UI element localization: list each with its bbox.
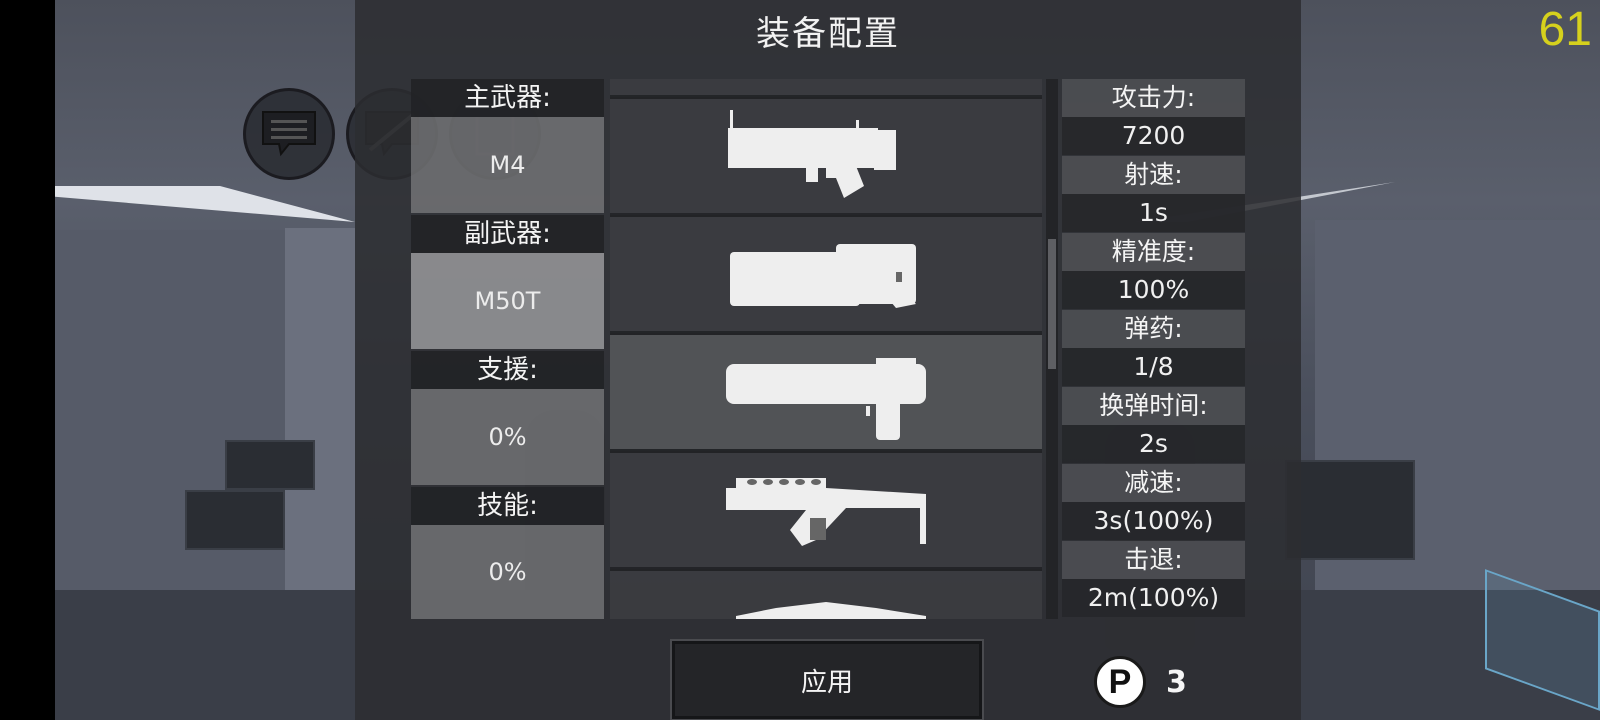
ceiling-light	[55, 186, 355, 222]
slow-value: 3s(100%)	[1062, 502, 1245, 540]
slow-label: 减速:	[1062, 464, 1245, 502]
weapon-stats: 攻击力: 7200 射速: 1s 精准度: 100% 弹药: 1/8 换弹时间:…	[1062, 79, 1245, 619]
fire-rate-value: 1s	[1062, 194, 1245, 232]
weapon-row[interactable]	[610, 79, 1042, 95]
weapon-row[interactable]	[610, 215, 1042, 331]
scrollbar-thumb[interactable]	[1048, 239, 1056, 369]
attack-label: 攻击力:	[1062, 79, 1245, 117]
accuracy-label: 精准度:	[1062, 233, 1245, 271]
attack-value: 7200	[1062, 117, 1245, 155]
ammo-label: 弹药:	[1062, 310, 1245, 348]
knockback-label: 击退:	[1062, 541, 1245, 579]
ammo-value: 1/8	[1062, 348, 1245, 386]
weapon-row[interactable]	[610, 451, 1042, 567]
accuracy-value: 100%	[1062, 271, 1245, 309]
panel-title: 装备配置	[756, 14, 900, 54]
primary-weapon-slot[interactable]: M4	[411, 117, 604, 213]
weapon-row[interactable]	[610, 333, 1042, 449]
heavy-cannon-icon	[730, 244, 916, 308]
pillar	[285, 228, 355, 638]
support-slot[interactable]: 0%	[411, 389, 604, 485]
slot-column: 主武器: M4 副武器: M50T 支援: 0% 技能: 0%	[411, 79, 604, 619]
weapon-row[interactable]	[610, 97, 1042, 213]
points-count: 3	[1166, 664, 1187, 700]
points-display: P 3	[1094, 656, 1187, 708]
fire-rate-label: 射速:	[1062, 156, 1245, 194]
points-icon: P	[1094, 656, 1146, 708]
skill-slot[interactable]: 0%	[411, 525, 604, 619]
apply-button[interactable]: 应用	[670, 639, 984, 720]
skill-label: 技能:	[411, 487, 604, 525]
secondary-weapon-label: 副武器:	[411, 215, 604, 253]
knockback-value: 2m(100%)	[1062, 579, 1245, 617]
primary-weapon-label: 主武器:	[411, 79, 604, 117]
support-label: 支援:	[411, 351, 604, 389]
crate	[1285, 460, 1415, 560]
secondary-weapon-slot[interactable]: M50T	[411, 253, 604, 349]
weapon-list-scrollbar[interactable]	[1046, 79, 1058, 619]
smg-vector-icon	[726, 478, 926, 546]
crate	[185, 490, 285, 550]
grenade-launcher-icon	[728, 110, 896, 198]
chat-button[interactable]	[243, 88, 335, 180]
weapon-list[interactable]	[610, 79, 1042, 619]
fps-counter: 61	[1538, 3, 1592, 56]
reload-time-label: 换弹时间:	[1062, 387, 1245, 425]
chat-icon	[262, 111, 316, 157]
reload-time-value: 2s	[1062, 425, 1245, 463]
weapon-row[interactable]	[610, 569, 1042, 619]
crate	[225, 440, 315, 490]
rifle-partial-icon	[736, 602, 926, 619]
shotgun-icon	[726, 358, 926, 440]
